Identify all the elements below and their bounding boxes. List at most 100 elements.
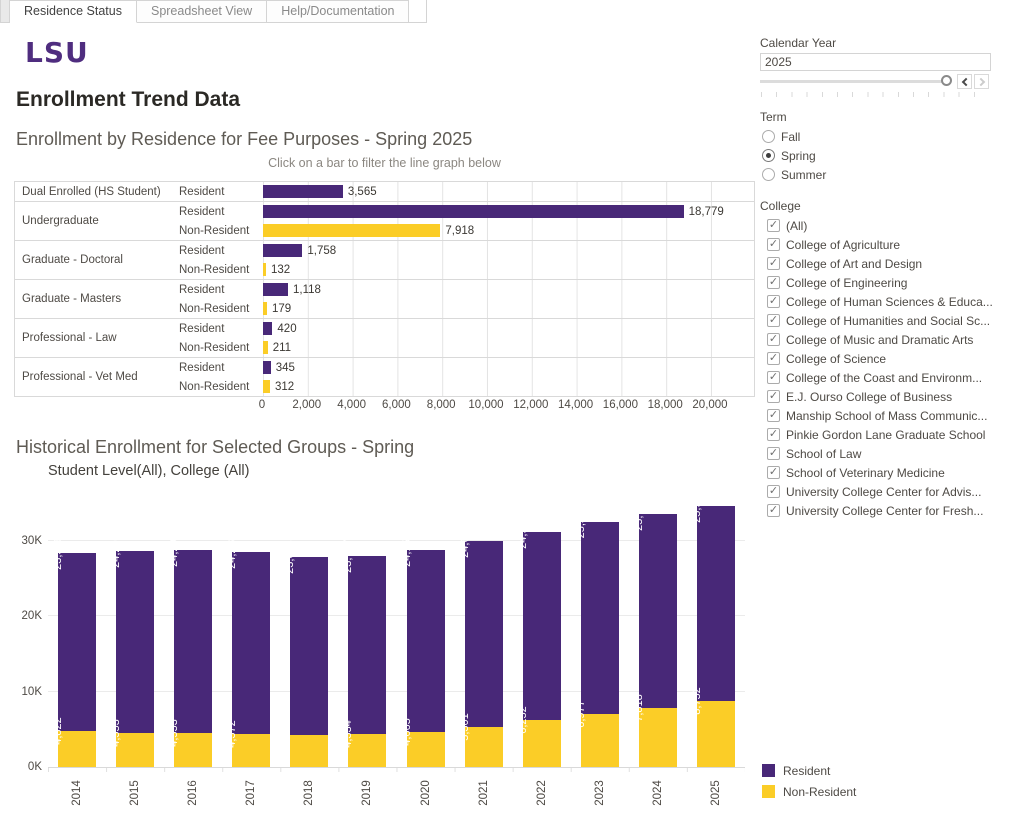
- stack-2022-non-resident[interactable]: 6,252: [523, 720, 561, 767]
- radio-summer[interactable]: Summer: [762, 165, 826, 184]
- x-tick-2015: 2015: [106, 772, 164, 814]
- slider-tickmarks: [761, 92, 989, 97]
- stack-2021-non-resident[interactable]: 5,301: [465, 727, 503, 767]
- legend-item-non-resident[interactable]: Non-Resident: [762, 781, 856, 802]
- checkbox-label: College of Human Sciences & Educa...: [786, 295, 993, 309]
- calendar-year-slider[interactable]: [760, 74, 991, 89]
- residence-chart-rows: Dual Enrolled (HS Student)Resident3,565U…: [14, 181, 755, 397]
- stack-2016-resident[interactable]: 24,299: [174, 550, 212, 733]
- checkbox-college-of-the-coast-and-environm[interactable]: ✓College of the Coast and Environm...: [767, 368, 993, 387]
- slider-track[interactable]: [760, 80, 945, 83]
- bar-graduate-doctoral-resident[interactable]: [263, 244, 302, 257]
- history-plot: 0K10K20K30K23,5764,82224,2054,55324,2994…: [48, 497, 745, 768]
- radio-fall[interactable]: Fall: [762, 127, 826, 146]
- checkbox-college-of-science[interactable]: ✓College of Science: [767, 349, 993, 368]
- checkbox-college-of-music-and-dramatic-arts[interactable]: ✓College of Music and Dramatic Arts: [767, 330, 993, 349]
- checkbox-manship-school-of-mass-communic[interactable]: ✓Manship School of Mass Communic...: [767, 406, 993, 425]
- stack-2021-resident[interactable]: 24,686: [465, 541, 503, 727]
- bar-graduate-doctoral-non-resident[interactable]: [263, 263, 266, 276]
- stack-2015-resident[interactable]: 24,205: [116, 551, 154, 733]
- previous-year-button[interactable]: [957, 74, 972, 89]
- checkbox-college-of-art-and-design[interactable]: ✓College of Art and Design: [767, 254, 993, 273]
- stack-2020-resident[interactable]: 24,156: [407, 550, 445, 732]
- bar-dual-enrolled-hs-student-resident[interactable]: [263, 185, 343, 198]
- checkbox-college-of-humanities-and-social-sc[interactable]: ✓College of Humanities and Social Sc...: [767, 311, 993, 330]
- checkbox-school-of-law[interactable]: ✓School of Law: [767, 444, 993, 463]
- radio-spring[interactable]: Spring: [762, 146, 826, 165]
- category-label: Graduate - Masters: [15, 280, 179, 318]
- series-label: Non-Resident: [179, 381, 263, 393]
- year-label: 2024: [652, 780, 664, 806]
- checkbox-university-college-center-for-fresh[interactable]: ✓University College Center for Fresh...: [767, 501, 993, 520]
- stack-2014-non-resident[interactable]: 4,822: [58, 731, 96, 767]
- category-bars: Resident18,779Non-Resident7,918: [179, 202, 754, 240]
- bar-professional-law-resident[interactable]: [263, 322, 272, 335]
- category-bars: Resident1,758Non-Resident132: [179, 241, 754, 279]
- category-label: Professional - Law: [15, 319, 179, 357]
- residence-chart-caption: Click on a bar to filter the line graph …: [14, 156, 755, 170]
- bar-value-label: 420: [277, 323, 296, 335]
- bar-undergraduate-resident[interactable]: [263, 205, 684, 218]
- stack-2025-resident[interactable]: 25,985: [697, 506, 735, 702]
- stack-2024-resident[interactable]: 25,753: [639, 514, 677, 708]
- checkbox-university-college-center-for-advis[interactable]: ✓University College Center for Advis...: [767, 482, 993, 501]
- stack-2019-resident[interactable]: 23,717: [348, 556, 386, 735]
- bar-undergraduate-non-resident[interactable]: [263, 224, 440, 237]
- checkbox-school-of-veterinary-medicine[interactable]: ✓School of Veterinary Medicine: [767, 463, 993, 482]
- stack-2024-non-resident[interactable]: 7,818: [639, 708, 677, 767]
- stack-value-label: 4,553: [168, 719, 180, 747]
- stack-value-label: 25,985: [691, 489, 703, 523]
- bar-row: Non-Resident312: [179, 377, 754, 396]
- checkbox-pinkie-gordon-lane-graduate-school[interactable]: ✓Pinkie Gordon Lane Graduate School: [767, 425, 993, 444]
- checkbox-college-of-agriculture[interactable]: ✓College of Agriculture: [767, 235, 993, 254]
- stack-2016-non-resident[interactable]: 4,553: [174, 733, 212, 767]
- checkbox-college-of-engineering[interactable]: ✓College of Engineering: [767, 273, 993, 292]
- lsu-logo: LSU: [25, 36, 89, 69]
- stack-2014-resident[interactable]: 23,576: [58, 553, 96, 730]
- bar-column-2023: 25,5116,977: [571, 522, 629, 767]
- chevron-left-icon: [961, 77, 969, 85]
- category-row-graduate-doctoral: Graduate - DoctoralResident1,758Non-Resi…: [15, 240, 754, 279]
- checkbox-icon: ✓: [767, 371, 780, 384]
- stack-2017-non-resident[interactable]: 4,372: [232, 734, 270, 767]
- slider-knob-icon[interactable]: [941, 75, 952, 86]
- stack-2015-non-resident[interactable]: 4,553: [116, 733, 154, 767]
- stack-value-label: 24,686: [459, 524, 471, 558]
- stack-2025-non-resident[interactable]: 8,752: [697, 701, 735, 767]
- legend-item-resident[interactable]: Resident: [762, 760, 856, 781]
- x-axis-tick: 18,000: [648, 399, 683, 411]
- checkbox-label: College of Humanities and Social Sc...: [786, 314, 990, 328]
- stack-2023-non-resident[interactable]: 6,977: [581, 714, 619, 767]
- bar-graduate-masters-resident[interactable]: [263, 283, 288, 296]
- checkbox-e-j-ourso-college-of-business[interactable]: ✓E.J. Ourso College of Business: [767, 387, 993, 406]
- bar-column-2020: 24,1564,665: [397, 550, 455, 767]
- checkbox-icon: ✓: [767, 238, 780, 251]
- category-label: Graduate - Doctoral: [15, 241, 179, 279]
- category-row-undergraduate: UndergraduateResident18,779Non-Resident7…: [15, 201, 754, 240]
- bar-professional-law-non-resident[interactable]: [263, 341, 268, 354]
- checkbox-all[interactable]: ✓(All): [767, 216, 993, 235]
- term-filter-label: Term: [760, 110, 787, 124]
- stack-2020-non-resident[interactable]: 4,665: [407, 732, 445, 767]
- next-year-button[interactable]: [974, 74, 989, 89]
- stack-2022-resident[interactable]: 24,937: [523, 532, 561, 720]
- calendar-year-input[interactable]: [760, 53, 991, 71]
- stack-2019-non-resident[interactable]: 4,334: [348, 734, 386, 767]
- tab-spreadsheet-view[interactable]: Spreadsheet View: [137, 0, 267, 23]
- bar-professional-vet-med-non-resident[interactable]: [263, 380, 270, 393]
- bar-graduate-masters-non-resident[interactable]: [263, 302, 267, 315]
- stack-2023-resident[interactable]: 25,511: [581, 522, 619, 714]
- checkbox-label: (All): [786, 219, 807, 233]
- stack-value-label: 7,818: [633, 694, 645, 722]
- stack-2018-non-resident[interactable]: [290, 735, 328, 767]
- year-label: 2021: [478, 780, 490, 806]
- series-label: Non-Resident: [179, 264, 263, 276]
- stack-2018-resident[interactable]: 23,664: [290, 557, 328, 735]
- bar-professional-vet-med-resident[interactable]: [263, 361, 271, 374]
- checkbox-college-of-human-sciences-educa[interactable]: ✓College of Human Sciences & Educa...: [767, 292, 993, 311]
- x-axis-tick: 8,000: [427, 399, 456, 411]
- tab-help-documentation[interactable]: Help/Documentation: [267, 0, 409, 23]
- bar-track: 211: [263, 338, 754, 357]
- stack-2017-resident[interactable]: 24,258: [232, 552, 270, 735]
- tab-residence-status[interactable]: Residence Status: [10, 0, 137, 23]
